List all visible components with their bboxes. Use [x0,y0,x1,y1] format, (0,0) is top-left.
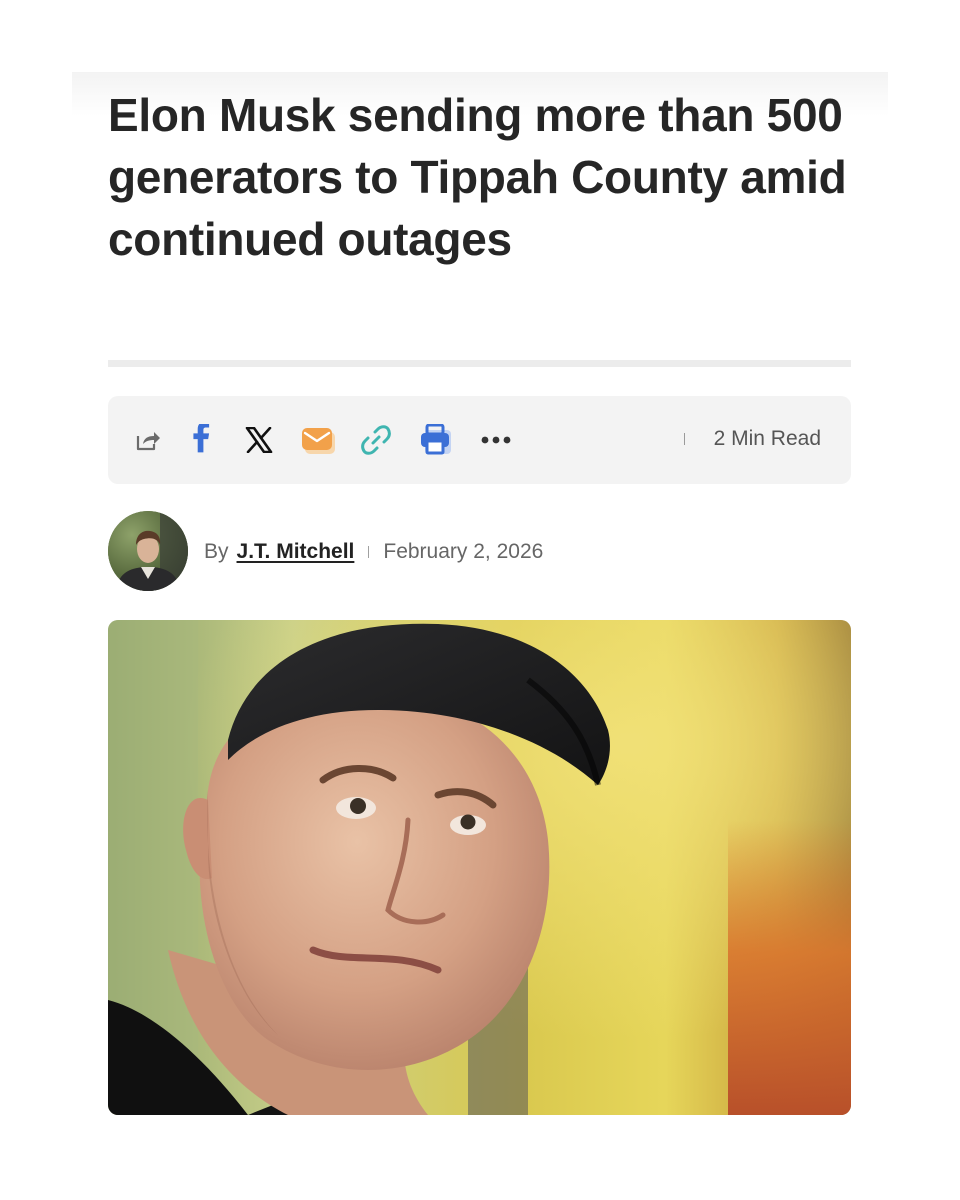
byline-prefix: By [204,540,229,563]
publish-date: February 2, 2026 [383,540,544,563]
print-icon[interactable] [411,416,459,464]
x-icon[interactable] [235,416,283,464]
byline-separator [368,546,370,558]
byline-text: By J.T. Mitchell February 2, 2026 [204,540,543,564]
hero-photo [108,620,851,1115]
email-icon[interactable] [294,416,342,464]
read-time: 2 Min Read [713,427,821,450]
article-headline: Elon Musk sending more than 500 generato… [108,89,847,265]
author-avatar[interactable] [108,511,188,591]
share-toolbar: 2 Min Read [108,396,851,484]
byline: By J.T. Mitchell February 2, 2026 [108,511,851,591]
article-page: Elon Musk sending more than 500 generato… [0,0,960,1200]
facebook-icon[interactable] [178,416,226,464]
share-icon[interactable] [124,416,172,464]
author-name-link[interactable]: J.T. Mitchell [237,540,355,564]
more-icon[interactable] [472,416,520,464]
link-icon[interactable] [352,416,400,464]
read-time-divider [684,433,685,445]
headline-divider [108,360,851,367]
